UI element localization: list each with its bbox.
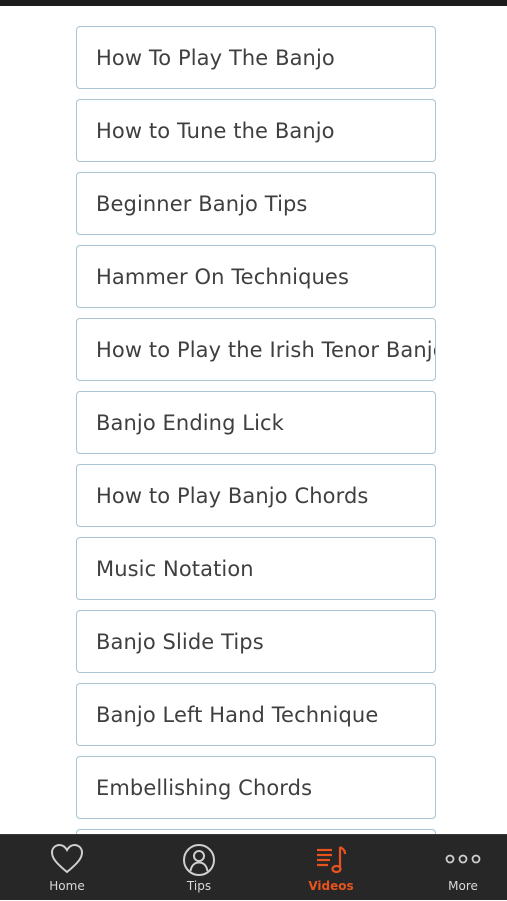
list-item-label: Banjo Left Hand Technique [96,702,379,727]
video-list[interactable]: How To Play The Banjo How to Tune the Ba… [0,6,507,834]
heart-icon [50,843,84,874]
list-item[interactable]: Music Notation [76,537,436,600]
list-item[interactable]: How to Tune the Banjo [76,99,436,162]
list-item[interactable]: Banjo Left Hand Technique [76,683,436,746]
list-item[interactable]: Banjo Slide Tips [76,610,436,673]
list-item-label: Embellishing Chords [96,775,313,800]
music-list-icon [317,846,347,874]
list-item[interactable]: Beginner Banjo Tips [76,172,436,235]
tab-more[interactable]: More [408,835,507,901]
list-item-label: How to Play Banjo Chords [96,483,369,508]
tab-tips[interactable]: Tips [144,835,254,901]
list-item-label: How To Play The Banjo [96,45,335,70]
list-item-label: Banjo Slide Tips [96,629,264,654]
tab-videos-label: Videos [308,879,354,893]
list-item[interactable]: How to Play the Irish Tenor Banjo [76,318,436,381]
list-item-label: Music Notation [96,556,254,581]
list-item[interactable]: Embellishing Chords [76,756,436,819]
tab-tips-label: Tips [186,879,212,893]
tab-home[interactable]: Home [12,835,122,901]
more-dots-icon [445,854,481,864]
list-item[interactable]: Hammer On Techniques [76,245,436,308]
list-item-label: Beginner Banjo Tips [96,191,308,216]
list-item[interactable]: How To Play The Banjo [76,26,436,89]
list-item-label: How to Tune the Banjo [96,118,335,143]
list-item-label: How to Play the Irish Tenor Banjo [96,337,436,362]
tab-videos[interactable]: Videos [276,835,386,901]
list-item[interactable]: Banjo Ending Lick [76,391,436,454]
person-icon [183,844,215,876]
list-item-label: Banjo Ending Lick [96,410,284,435]
tab-home-label: Home [49,879,85,893]
tab-more-label: More [448,879,478,893]
list-item-label: Hammer On Techniques [96,264,349,289]
bottom-tab-bar: Home Tips Videos More [0,834,507,900]
list-item[interactable]: How to Play Banjo Chords [76,464,436,527]
